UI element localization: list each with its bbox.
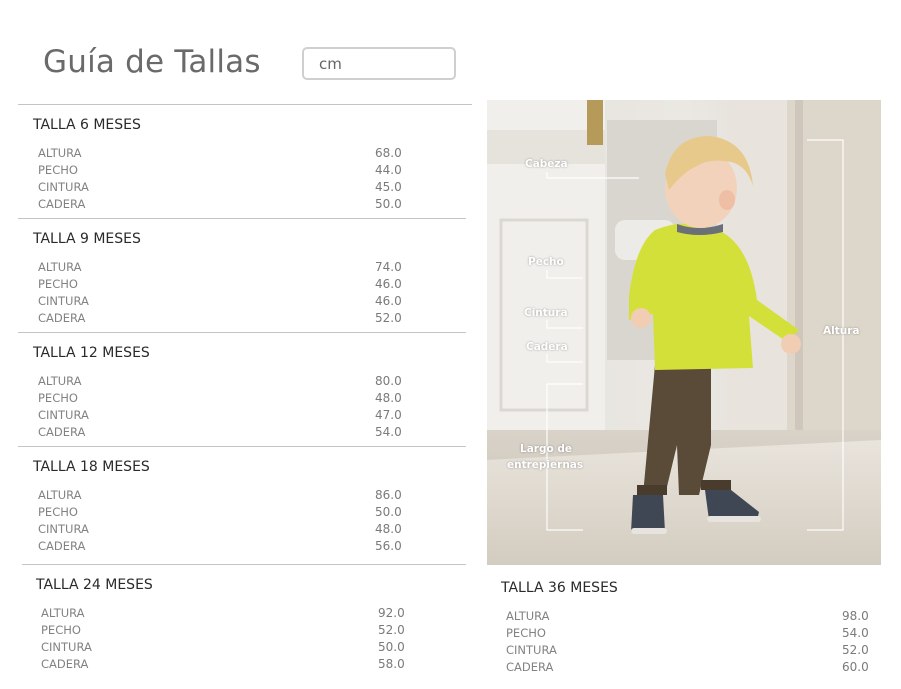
- table-row: ALTURA 98.0: [501, 609, 871, 626]
- table-row: CINTURA 47.0: [33, 408, 403, 425]
- measure-label: PECHO: [38, 391, 78, 405]
- size-title: TALLA 12 MESES: [33, 345, 150, 361]
- measure-label: CADERA: [38, 539, 86, 553]
- measure-value: 48.0: [375, 522, 402, 536]
- measure-value: 44.0: [375, 163, 402, 177]
- table-row: CADERA 60.0: [501, 660, 871, 677]
- measure-value: 74.0: [375, 260, 402, 274]
- measure-value: 47.0: [375, 408, 402, 422]
- measure-label: CADERA: [38, 311, 86, 325]
- table-row: PECHO 44.0: [33, 163, 403, 180]
- divider: [18, 104, 472, 105]
- measure-label: PECHO: [41, 623, 81, 637]
- measure-label: PECHO: [38, 163, 78, 177]
- measure-label: CINTURA: [38, 294, 89, 308]
- measure-label: CADERA: [41, 657, 89, 671]
- measure-value: 50.0: [378, 640, 405, 654]
- table-row: CADERA 58.0: [36, 657, 406, 674]
- measure-label: CADERA: [38, 197, 86, 211]
- measure-label: ALTURA: [38, 374, 82, 388]
- measure-value: 46.0: [375, 277, 402, 291]
- measure-value: 86.0: [375, 488, 402, 502]
- label-altura: Altura: [823, 325, 860, 337]
- divider: [18, 446, 466, 447]
- table-row: ALTURA 74.0: [33, 260, 403, 277]
- measure-label: ALTURA: [41, 606, 85, 620]
- measure-value: 52.0: [842, 643, 869, 657]
- measure-value: 45.0: [375, 180, 402, 194]
- table-row: PECHO 48.0: [33, 391, 403, 408]
- table-row: PECHO 50.0: [33, 505, 403, 522]
- measure-label: CADERA: [506, 660, 554, 674]
- unit-select[interactable]: cm: [302, 47, 456, 80]
- table-row: ALTURA 68.0: [33, 146, 403, 163]
- measure-value: 46.0: [375, 294, 402, 308]
- size-title: TALLA 9 MESES: [33, 231, 141, 247]
- size-guide-photo: Cabeza Pecho Cintura Cadera Largo de ent…: [487, 100, 881, 565]
- measure-label: ALTURA: [38, 260, 82, 274]
- measure-value: 50.0: [375, 197, 402, 211]
- measure-value: 54.0: [842, 626, 869, 640]
- table-row: CINTURA 52.0: [501, 643, 871, 660]
- measure-label: ALTURA: [38, 488, 82, 502]
- measure-label: CINTURA: [38, 408, 89, 422]
- measure-label: CINTURA: [506, 643, 557, 657]
- measure-value: 50.0: [375, 505, 402, 519]
- size-title: TALLA 24 MESES: [36, 577, 153, 593]
- size-title: TALLA 6 MESES: [33, 117, 141, 133]
- table-row: CADERA 54.0: [33, 425, 403, 442]
- measure-value: 80.0: [375, 374, 402, 388]
- page-title: Guía de Tallas: [43, 44, 261, 80]
- table-row: PECHO 46.0: [33, 277, 403, 294]
- measure-label: ALTURA: [506, 609, 550, 623]
- measure-label: CINTURA: [38, 180, 89, 194]
- divider: [18, 218, 466, 219]
- measure-value: 60.0: [842, 660, 869, 674]
- table-row: ALTURA 86.0: [33, 488, 403, 505]
- measure-value: 98.0: [842, 609, 869, 623]
- size-title: TALLA 18 MESES: [33, 459, 150, 475]
- measure-value: 56.0: [375, 539, 402, 553]
- label-largo-entrepiernas-1: Largo de: [520, 443, 572, 455]
- size-block-12-meses: TALLA 12 MESES ALTURA 80.0 PECHO 48.0 CI…: [33, 345, 413, 443]
- measure-value: 92.0: [378, 606, 405, 620]
- label-cintura: Cintura: [524, 307, 568, 319]
- measure-value: 68.0: [375, 146, 402, 160]
- measure-value: 54.0: [375, 425, 402, 439]
- measure-label: PECHO: [38, 505, 78, 519]
- size-title: TALLA 36 MESES: [501, 580, 618, 596]
- table-row: CINTURA 45.0: [33, 180, 403, 197]
- table-row: PECHO 52.0: [36, 623, 406, 640]
- size-block-18-meses: TALLA 18 MESES ALTURA 86.0 PECHO 50.0 CI…: [33, 459, 413, 557]
- size-block-36-meses: TALLA 36 MESES ALTURA 98.0 PECHO 54.0 CI…: [501, 580, 881, 678]
- measure-label: PECHO: [506, 626, 546, 640]
- table-row: ALTURA 80.0: [33, 374, 403, 391]
- table-row: ALTURA 92.0: [36, 606, 406, 623]
- measure-label: ALTURA: [38, 146, 82, 160]
- divider: [22, 564, 466, 565]
- measure-value: 52.0: [378, 623, 405, 637]
- label-cabeza: Cabeza: [525, 158, 568, 170]
- measure-label: CINTURA: [41, 640, 92, 654]
- divider: [18, 332, 466, 333]
- measure-value: 52.0: [375, 311, 402, 325]
- table-row: CADERA 52.0: [33, 311, 403, 328]
- measure-value: 58.0: [378, 657, 405, 671]
- measure-label: CINTURA: [38, 522, 89, 536]
- measure-label: PECHO: [38, 277, 78, 291]
- table-row: CINTURA 46.0: [33, 294, 403, 311]
- size-block-6-meses: TALLA 6 MESES ALTURA 68.0 PECHO 44.0 CIN…: [33, 117, 413, 215]
- table-row: CINTURA 50.0: [36, 640, 406, 657]
- size-block-9-meses: TALLA 9 MESES ALTURA 74.0 PECHO 46.0 CIN…: [33, 231, 413, 329]
- table-row: PECHO 54.0: [501, 626, 871, 643]
- measure-value: 48.0: [375, 391, 402, 405]
- label-largo-entrepiernas-2: entrepiernas: [507, 459, 584, 471]
- measure-label: CADERA: [38, 425, 86, 439]
- table-row: CADERA 50.0: [33, 197, 403, 214]
- size-block-24-meses: TALLA 24 MESES ALTURA 92.0 PECHO 52.0 CI…: [36, 577, 416, 675]
- label-cadera: Cadera: [526, 341, 568, 353]
- table-row: CADERA 56.0: [33, 539, 403, 556]
- label-pecho: Pecho: [528, 256, 564, 268]
- table-row: CINTURA 48.0: [33, 522, 403, 539]
